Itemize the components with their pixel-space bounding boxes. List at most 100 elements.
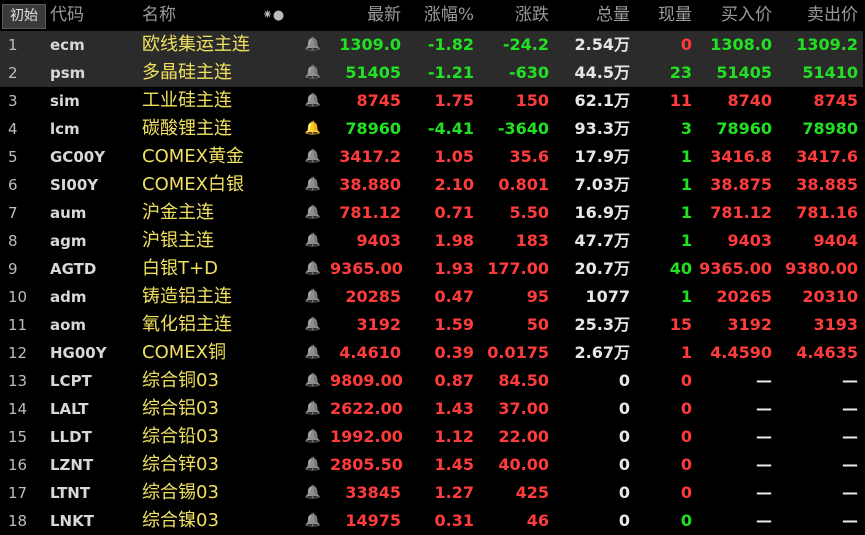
col-header-ask[interactable]: 卖出价: [776, 0, 858, 31]
row-current-volume: 1: [680, 203, 692, 222]
col-header-cur[interactable]: 现量: [633, 0, 692, 31]
row-code: lcm: [50, 120, 80, 138]
row-change-pct: 0.87: [434, 371, 474, 390]
col-header-code[interactable]: 代码: [50, 0, 130, 31]
bell-icon[interactable]: 🔔: [300, 199, 326, 227]
row-ask-price: —: [842, 371, 858, 390]
table-row[interactable]: 12 HG00Y COMEX铜 🔔 4.4610 0.39 0.0175 2.67万 1 4.45…: [0, 339, 865, 367]
row-ask-price: 4.4635: [796, 343, 858, 362]
row-change-pct: 1.12: [434, 427, 474, 446]
bell-icon[interactable]: 🔔: [300, 479, 326, 507]
table-row[interactable]: 14 LALT 综合铝03 🔔 2622.00 1.43 37.00 0 0 — —: [0, 395, 865, 423]
bell-icon[interactable]: 🔔: [300, 423, 326, 451]
table-row[interactable]: 4 lcm 碳酸锂主连 🔔 78960 -4.41 -3640 93.3万 3 78960 7898…: [0, 115, 865, 143]
table-row[interactable]: 13 LCPT 综合铜03 🔔 9809.00 0.87 84.50 0 0 — —: [0, 367, 865, 395]
row-volume: 20.7万: [574, 259, 630, 278]
row-last-price: 8745: [356, 91, 401, 110]
row-current-volume: 1: [680, 287, 692, 306]
row-last-price: 1309.0: [339, 35, 401, 54]
row-ask-price: —: [842, 427, 858, 446]
table-row[interactable]: 8 agm 沪银主连 🔔 9403 1.98 183 47.7万 1 9403 9404: [0, 227, 865, 255]
table-row[interactable]: 1 ecm 欧线集运主连 🔔 1309.0 -1.82 -24.2 2.54万 0 1308.0 1…: [0, 31, 865, 59]
bell-icon[interactable]: 🔔: [300, 115, 326, 143]
row-index: 3: [8, 92, 18, 110]
row-bid-price: 20265: [716, 287, 772, 306]
row-name: 工业硅主连: [142, 90, 232, 111]
bell-icon[interactable]: 🔔: [300, 143, 326, 171]
table-row[interactable]: 11 aom 氧化铝主连 🔔 3192 1.59 50 25.3万 15 3192 3193: [0, 311, 865, 339]
row-ask-price: —: [842, 399, 858, 418]
col-header-last[interactable]: 最新: [330, 0, 401, 31]
row-change: 50: [526, 315, 549, 334]
alert-settings-icon[interactable]: ⁕●: [262, 0, 284, 31]
row-current-volume: 1: [680, 175, 692, 194]
init-button[interactable]: 初始: [2, 4, 46, 29]
row-index: 7: [8, 204, 18, 222]
bell-icon[interactable]: 🔔: [300, 255, 326, 283]
row-bid-price: 9365.00: [699, 259, 772, 278]
row-change: 183: [515, 231, 549, 250]
bell-icon[interactable]: 🔔: [300, 311, 326, 339]
bell-icon[interactable]: 🔔: [300, 31, 326, 59]
bell-icon[interactable]: 🔔: [300, 339, 326, 367]
row-name: 多晶硅主连: [142, 62, 232, 83]
row-volume: 17.9万: [574, 147, 630, 166]
row-ask-price: 9380.00: [785, 259, 858, 278]
row-name: COMEX白银: [142, 174, 244, 195]
bell-icon[interactable]: 🔔: [300, 283, 326, 311]
row-change-pct: 0.39: [434, 343, 474, 362]
row-ask-price: 38.885: [796, 175, 858, 194]
row-change-pct: 1.75: [434, 91, 474, 110]
table-row[interactable]: 15 LLDT 综合铅03 🔔 1992.00 1.12 22.00 0 0 — —: [0, 423, 865, 451]
row-volume: 0: [618, 483, 630, 502]
row-volume: 0: [618, 427, 630, 446]
row-index: 6: [8, 176, 18, 194]
row-change-pct: 1.98: [434, 231, 474, 250]
table-row[interactable]: 5 GC00Y COMEX黄金 🔔 3417.2 1.05 35.6 17.9万 1 3416.8…: [0, 143, 865, 171]
row-last-price: 33845: [345, 483, 401, 502]
row-change: 22.00: [498, 427, 549, 446]
row-index: 4: [8, 120, 18, 138]
row-code: sim: [50, 92, 80, 110]
bell-icon[interactable]: 🔔: [300, 59, 326, 87]
row-change-pct: 1.05: [434, 147, 474, 166]
row-change: 0.0175: [487, 343, 549, 362]
row-name: 碳酸锂主连: [142, 118, 232, 139]
bell-icon[interactable]: 🔔: [300, 171, 326, 199]
table-row[interactable]: 17 LTNT 综合锡03 🔔 33845 1.27 425 0 0 — —: [0, 479, 865, 507]
row-name: 沪银主连: [142, 230, 214, 251]
table-row[interactable]: 3 sim 工业硅主连 🔔 8745 1.75 150 62.1万 11 8740 8745: [0, 87, 865, 115]
row-last-price: 9809.00: [330, 371, 403, 390]
row-code: agm: [50, 232, 87, 250]
row-change-pct: 1.59: [434, 315, 474, 334]
row-current-volume: 40: [669, 259, 692, 278]
row-change: 425: [515, 483, 549, 502]
col-header-chg[interactable]: 涨跌: [478, 0, 549, 31]
row-change-pct: 1.93: [434, 259, 474, 278]
row-bid-price: 38.875: [710, 175, 772, 194]
table-row[interactable]: 16 LZNT 综合锌03 🔔 2805.50 1.45 40.00 0 0 — —: [0, 451, 865, 479]
row-current-volume: 1: [680, 343, 692, 362]
row-volume: 0: [618, 371, 630, 390]
row-name: COMEX铜: [142, 342, 226, 363]
col-header-pct[interactable]: 涨幅%: [404, 0, 474, 31]
table-row[interactable]: 10 adm 铸造铝主连 🔔 20285 0.47 95 1077 1 20265 20310: [0, 283, 865, 311]
col-header-vol[interactable]: 总量: [552, 0, 630, 31]
bell-icon[interactable]: 🔔: [300, 87, 326, 115]
row-last-price: 20285: [345, 287, 401, 306]
bell-icon[interactable]: 🔔: [300, 451, 326, 479]
table-row[interactable]: 2 psm 多晶硅主连 🔔 51405 -1.21 -630 44.5万 23 51405 5141…: [0, 59, 865, 87]
bell-icon[interactable]: 🔔: [300, 395, 326, 423]
bell-icon[interactable]: 🔔: [300, 227, 326, 255]
row-volume: 93.3万: [574, 119, 630, 138]
table-row[interactable]: 6 SI00Y COMEX白银 🔔 38.880 2.10 0.801 7.03万 1 38.87…: [0, 171, 865, 199]
col-header-bid[interactable]: 买入价: [695, 0, 772, 31]
row-current-volume: 0: [680, 483, 692, 502]
row-current-volume: 0: [680, 399, 692, 418]
row-ask-price: 78980: [802, 119, 858, 138]
table-row[interactable]: 9 AGTD 白银T+D 🔔 9365.00 1.93 177.00 20.7万 40 9365.…: [0, 255, 865, 283]
row-change-pct: 0.47: [434, 287, 474, 306]
row-last-price: 3192: [356, 315, 401, 334]
table-row[interactable]: 7 aum 沪金主连 🔔 781.12 0.71 5.50 16.9万 1 781.12 781.1…: [0, 199, 865, 227]
bell-icon[interactable]: 🔔: [300, 367, 326, 395]
